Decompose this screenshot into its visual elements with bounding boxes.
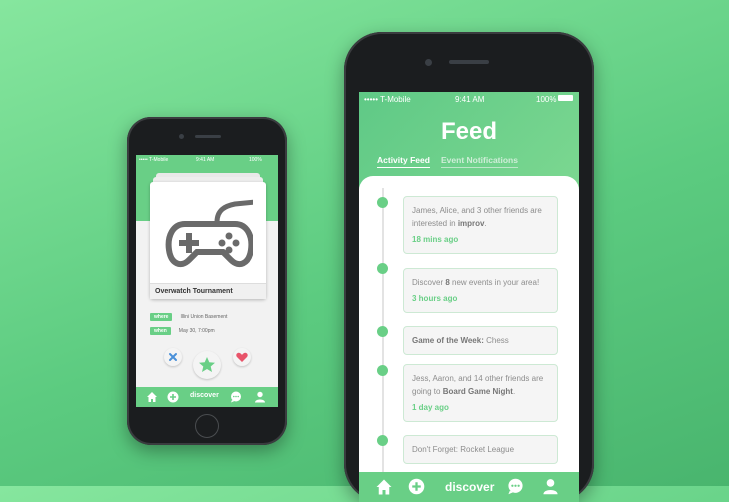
- when-label: when: [150, 327, 171, 335]
- home-icon[interactable]: [375, 478, 393, 496]
- tab-activity-feed[interactable]: Activity Feed: [377, 155, 430, 168]
- status-bar: ••••• T-Mobile 9:41 AM 100%: [359, 92, 579, 106]
- feed-text: .: [512, 387, 516, 396]
- feed-item[interactable]: Game of the Week: Chess: [403, 326, 558, 355]
- timeline-dot: [377, 365, 388, 376]
- status-battery: 100%: [249, 157, 262, 163]
- left-phone: ••••• T-Mobile 9:41 AM 100% Overwatch To…: [127, 117, 287, 445]
- timeline-dot: [377, 263, 388, 274]
- bottom-nav: discover: [359, 472, 579, 502]
- when-value: May 30, 7:00pm: [178, 328, 215, 334]
- feed-highlight: Game of the Week:: [412, 336, 484, 345]
- bottom-nav: discover: [136, 387, 278, 407]
- right-screen: ••••• T-Mobile 9:41 AM 100% Feed Activit…: [359, 92, 579, 502]
- feed-text: Don't Forget: Rocket League: [412, 445, 515, 454]
- nav-discover[interactable]: discover: [190, 392, 219, 399]
- timeline-dot: [377, 197, 388, 208]
- where-value: Illini Union Basement: [180, 314, 228, 320]
- left-screen: ••••• T-Mobile 9:41 AM 100% Overwatch To…: [136, 155, 278, 407]
- card-title: Overwatch Tournament: [150, 283, 266, 299]
- close-icon: [169, 353, 177, 361]
- where-row: where Illini Union Basement: [150, 313, 227, 321]
- when-row: when May 30, 7:00pm: [150, 327, 215, 335]
- chat-icon[interactable]: [230, 391, 242, 403]
- feed-highlight: improv: [457, 219, 485, 228]
- favorite-button[interactable]: [193, 351, 221, 379]
- camera: [425, 59, 432, 66]
- plus-icon[interactable]: [167, 391, 179, 403]
- user-icon[interactable]: [542, 478, 559, 495]
- battery-icon: [558, 95, 573, 101]
- like-button[interactable]: [233, 348, 251, 366]
- feed-time: 18 mins ago: [412, 235, 459, 244]
- feed-time: 3 hours ago: [412, 294, 458, 303]
- right-phone: ••••• T-Mobile 9:41 AM 100% Feed Activit…: [344, 32, 594, 502]
- plus-icon[interactable]: [408, 478, 425, 495]
- user-icon[interactable]: [254, 391, 266, 403]
- feed-text: Chess: [483, 336, 509, 345]
- home-icon[interactable]: [146, 391, 158, 403]
- status-carrier: ••••• T-Mobile: [364, 95, 411, 104]
- page-title: Feed: [440, 118, 497, 145]
- tab-event-notifications[interactable]: Event Notifications: [441, 155, 518, 168]
- feed-highlight: Board Game Night: [442, 387, 513, 396]
- feed-list: James, Alice, and 3 other friends are in…: [359, 176, 579, 486]
- timeline-dot: [377, 326, 388, 337]
- speaker: [449, 60, 489, 64]
- gamepad-icon: [165, 199, 253, 268]
- status-time: 9:41 AM: [196, 157, 215, 163]
- feed-text: .: [484, 219, 487, 228]
- feed-text: new events in your area!: [449, 278, 540, 287]
- feed-item[interactable]: Don't Forget: Rocket League: [403, 435, 558, 464]
- nav-discover[interactable]: discover: [445, 480, 494, 494]
- feed-text: Discover: [412, 278, 446, 287]
- feed-time: 1 day ago: [412, 403, 449, 412]
- status-battery: 100%: [536, 95, 557, 104]
- feed-item[interactable]: Discover 8 new events in your area! 3 ho…: [403, 268, 558, 313]
- timeline-dot: [377, 435, 388, 446]
- status-bar: ••••• T-Mobile 9:41 AM 100%: [136, 155, 278, 165]
- status-time: 9:41 AM: [455, 95, 485, 104]
- chat-icon[interactable]: [507, 478, 524, 495]
- feed-item[interactable]: James, Alice, and 3 other friends are in…: [403, 196, 558, 254]
- status-carrier: ••••• T-Mobile: [139, 157, 169, 163]
- star-icon: [199, 357, 215, 372]
- camera: [179, 134, 184, 139]
- event-card[interactable]: Overwatch Tournament: [150, 182, 266, 299]
- feed-item[interactable]: Jess, Aaron, and 14 other friends are go…: [403, 364, 558, 422]
- speaker: [195, 135, 221, 138]
- heart-icon: [236, 352, 248, 362]
- dismiss-button[interactable]: [164, 348, 182, 366]
- where-label: where: [150, 313, 173, 321]
- home-button[interactable]: [195, 414, 219, 438]
